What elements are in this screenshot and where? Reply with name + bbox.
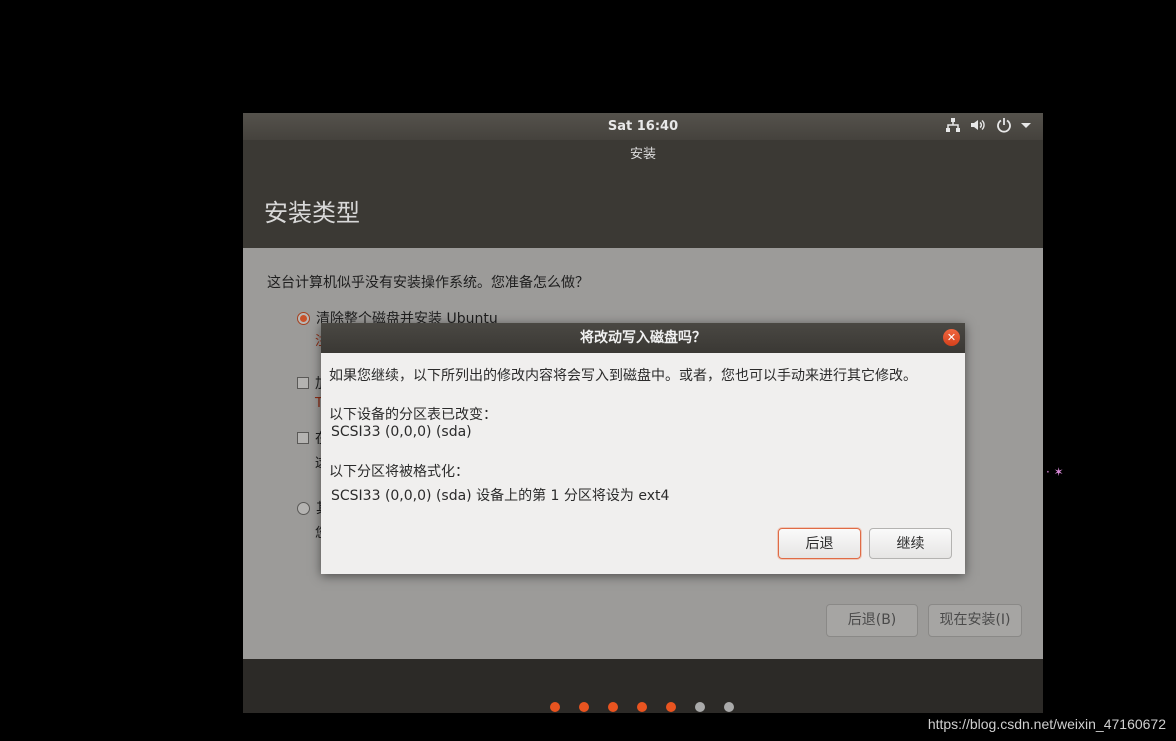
top-bar: Sat 16:40 — [243, 113, 1043, 140]
watermark: https://blog.csdn.net/weixin_47160672 — [927, 716, 1166, 732]
dialog-title: 将改动写入磁盘吗？ — [580, 330, 706, 346]
close-icon[interactable]: ✕ — [943, 329, 960, 346]
dialog-continue-button[interactable]: 继续 — [869, 528, 952, 559]
progress-dot — [579, 702, 589, 712]
installer-window-title: 安装 — [243, 140, 1043, 170]
power-icon[interactable] — [996, 117, 1012, 135]
page-title: 安装类型 — [264, 199, 360, 227]
install-question: 这台计算机似乎没有安装操作系统。您准备怎么做？ — [267, 275, 589, 291]
progress-dot — [550, 702, 560, 712]
chevron-down-icon[interactable] — [1021, 117, 1031, 135]
checkbox[interactable] — [297, 432, 309, 444]
page-header: 安装类型 — [243, 170, 1043, 248]
clock[interactable]: Sat 16:40 — [243, 119, 1043, 134]
partition-table-device: SCSI33 (0,0,0) (sda) — [331, 424, 472, 440]
dialog-message: 如果您继续，以下所列出的修改内容将会写入到磁盘中。或者，您也可以手动来进行其它修… — [329, 368, 917, 384]
write-changes-dialog: 将改动写入磁盘吗？ ✕ 如果您继续，以下所列出的修改内容将会写入到磁盘中。或者，… — [321, 323, 965, 574]
volume-icon[interactable] — [970, 117, 987, 135]
system-tray[interactable] — [945, 117, 1031, 135]
progress-dot — [666, 702, 676, 712]
dialog-title-bar: 将改动写入磁盘吗？ ✕ — [321, 323, 965, 353]
radio-button-selected[interactable] — [297, 311, 310, 325]
bottom-bar — [243, 659, 1043, 713]
format-detail: SCSI33 (0,0,0) (sda) 设备上的第 1 分区将设为 ext4 — [331, 488, 670, 504]
progress-dot — [637, 702, 647, 712]
sparkle-decoration: · ✶ — [1046, 465, 1064, 479]
back-button[interactable]: 后退(B) — [826, 604, 918, 637]
progress-dot — [724, 702, 734, 712]
partition-table-heading: 以下设备的分区表已改变： — [329, 407, 497, 423]
progress-dots — [550, 702, 734, 712]
network-icon[interactable] — [945, 117, 961, 135]
progress-dot — [608, 702, 618, 712]
dialog-back-button[interactable]: 后退 — [778, 528, 861, 559]
progress-dot — [695, 702, 705, 712]
checkbox[interactable] — [297, 377, 309, 389]
radio-button[interactable] — [297, 501, 310, 515]
format-heading: 以下分区将被格式化： — [329, 464, 469, 480]
install-now-button[interactable]: 现在安装(I) — [928, 604, 1022, 637]
